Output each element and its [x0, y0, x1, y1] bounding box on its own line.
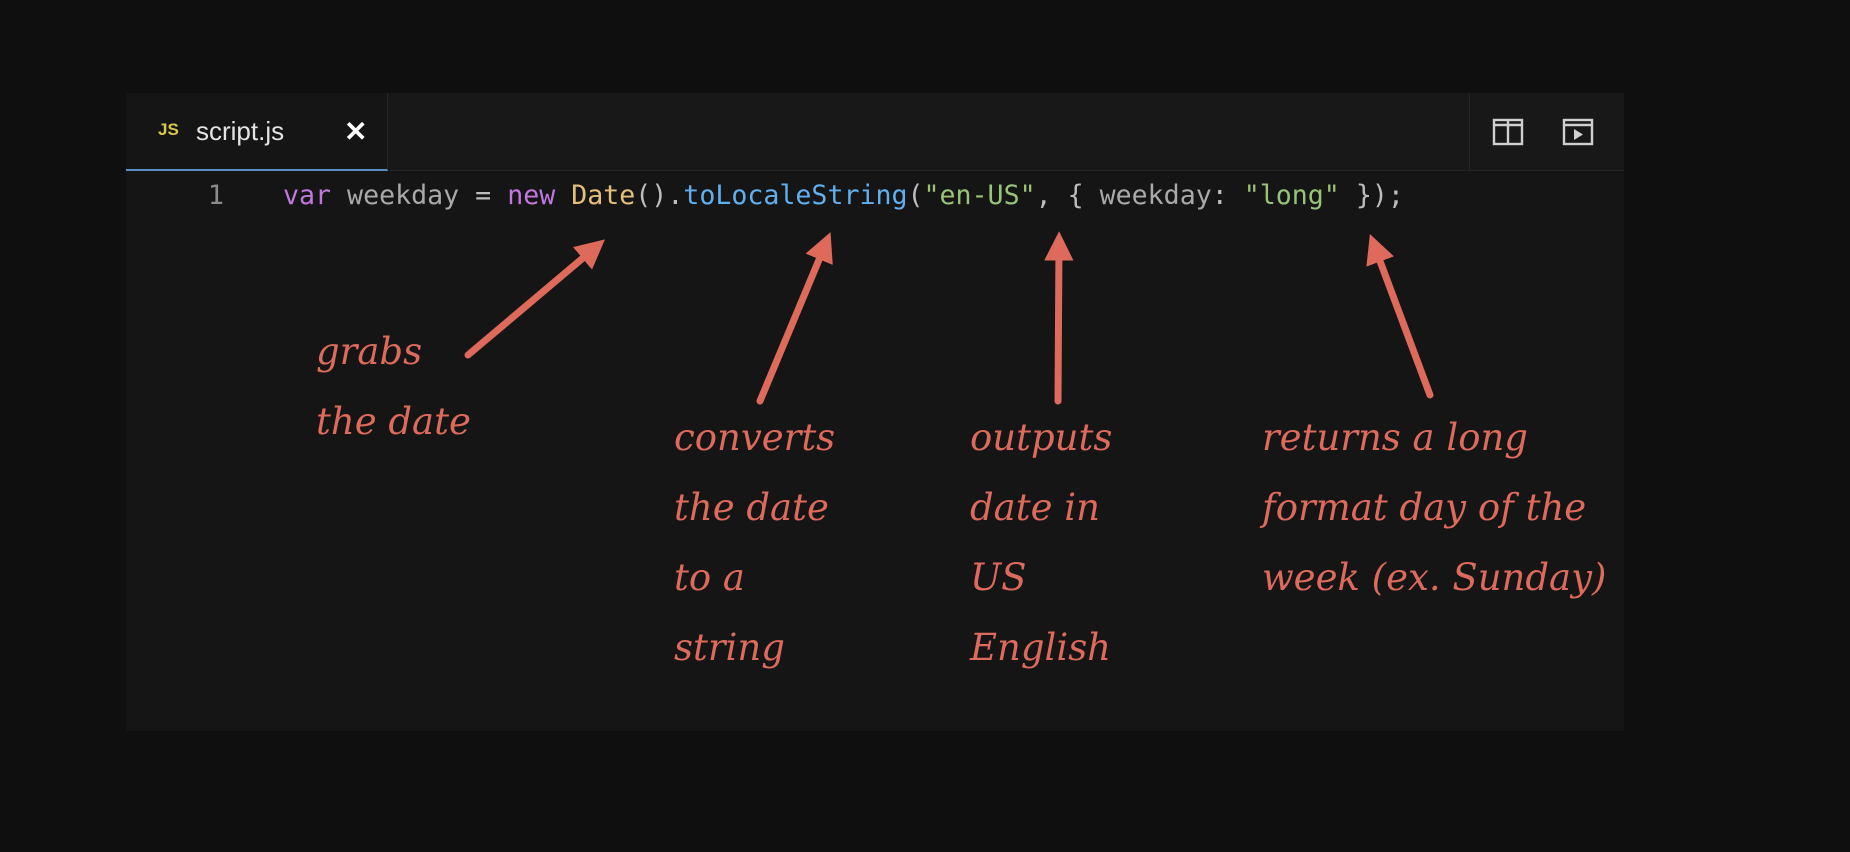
annotation-arrows — [464, 231, 1434, 405]
arrow-to-en-us — [1044, 231, 1074, 405]
arrow-to-new-date — [464, 239, 605, 359]
arrow-to-tolocalestring — [756, 232, 833, 405]
code-editor: JS script.js ✕ 1 var weekday = new Date(… — [126, 93, 1624, 731]
arrow-to-long — [1366, 233, 1434, 399]
